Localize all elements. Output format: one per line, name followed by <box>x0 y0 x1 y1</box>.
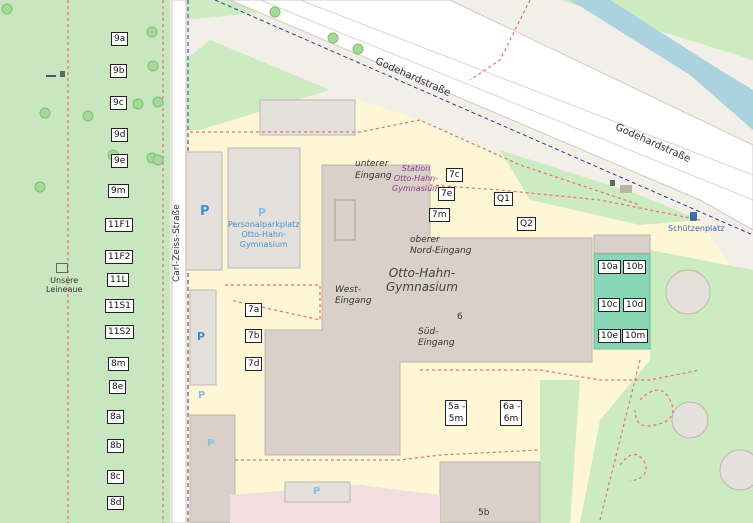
school-name-label: Otto-Hahn- Gymnasium <box>386 266 458 294</box>
room-marker-10b[interactable]: 10b <box>623 260 647 274</box>
room-marker-5a-5m[interactable]: 5a - 5m <box>445 400 467 426</box>
room-marker-9e[interactable]: 9e <box>111 154 129 168</box>
room-marker-6a-6m[interactable]: 6a - 6m <box>500 400 522 426</box>
room-marker-7b[interactable]: 7b <box>245 329 263 343</box>
south-building <box>189 414 236 523</box>
parking-icon: P <box>198 390 206 401</box>
west-entrance-label: West- Eingang <box>335 285 372 306</box>
parking-icon: P <box>207 438 215 449</box>
building-5b-label: 5b <box>478 508 490 518</box>
room-marker-8c[interactable]: 8c <box>107 470 124 484</box>
room-marker-9a[interactable]: 9a <box>111 32 129 46</box>
park-area <box>0 0 170 523</box>
parking-icon: P <box>258 206 267 219</box>
lower-entrance-label: unterer Eingang <box>355 159 392 181</box>
waste-basket-icon <box>60 71 65 77</box>
room-marker-Q2[interactable]: Q2 <box>517 217 536 231</box>
room-marker-7e[interactable]: 7e <box>438 187 456 201</box>
room-marker-11S2[interactable]: 11S2 <box>105 325 134 339</box>
disabled-parking-icon: P <box>197 330 206 343</box>
room-marker-8m[interactable]: 8m <box>108 357 129 371</box>
room-marker-11F2[interactable]: 11F2 <box>105 250 134 264</box>
south-building <box>439 461 541 523</box>
parking-icon: P <box>313 486 321 497</box>
room-marker-10e[interactable]: 10e <box>598 329 621 343</box>
south-entrance-label: Süd- Eingang <box>418 327 455 348</box>
room-marker-7m[interactable]: 7m <box>429 208 450 222</box>
room-marker-11S1[interactable]: 11S1 <box>105 299 134 313</box>
carl-zeiss-strasse-label: Carl-Zeiss-Straße <box>172 204 182 282</box>
room-marker-7a[interactable]: 7a <box>245 303 263 317</box>
room-marker-9b[interactable]: 9b <box>110 64 128 78</box>
bus-stop-label: Schützenplatz <box>668 224 725 233</box>
building-number-6: 6 <box>457 312 463 322</box>
room-marker-8b[interactable]: 8b <box>107 439 125 453</box>
room-marker-10a[interactable]: 10a <box>598 260 621 274</box>
waste-basket-icon <box>610 180 615 186</box>
north-entrance-label: oberer Nord-Eingang <box>410 235 472 256</box>
round-structure <box>671 401 709 439</box>
room-marker-11F1[interactable]: 11F1 <box>105 218 134 232</box>
bus-stop-icon <box>690 212 697 221</box>
room-marker-10c[interactable]: 10c <box>598 298 621 312</box>
park-name-label: Unsere Leineaue <box>46 276 83 294</box>
room-marker-10m[interactable]: 10m <box>622 329 649 343</box>
bench-icon <box>46 75 56 80</box>
room-marker-11L[interactable]: 11L <box>107 273 130 287</box>
room-marker-8e[interactable]: 8e <box>109 380 127 394</box>
room-marker-8d[interactable]: 8d <box>107 496 125 510</box>
staff-parking-label: Personalparkplatz Otto-Hahn- Gymnasium <box>228 220 300 249</box>
room-marker-9m[interactable]: 9m <box>108 184 129 198</box>
room-marker-10d[interactable]: 10d <box>623 298 647 312</box>
parking-building <box>259 99 356 136</box>
round-structure <box>665 269 711 315</box>
shelter-icon <box>56 263 68 273</box>
station-label: Station Otto-Hahn- Gymnasium <box>392 164 440 193</box>
room-marker-9c[interactable]: 9c <box>110 96 127 110</box>
room-marker-7c[interactable]: 7c <box>446 168 463 182</box>
shelter-icon <box>620 185 632 193</box>
room-marker-8a[interactable]: 8a <box>107 410 125 424</box>
room-marker-7d[interactable]: 7d <box>245 357 263 371</box>
annex-building <box>593 234 651 254</box>
parking-icon: P <box>200 204 210 219</box>
room-marker-Q1[interactable]: Q1 <box>494 192 513 206</box>
room-marker-9d[interactable]: 9d <box>111 128 129 142</box>
